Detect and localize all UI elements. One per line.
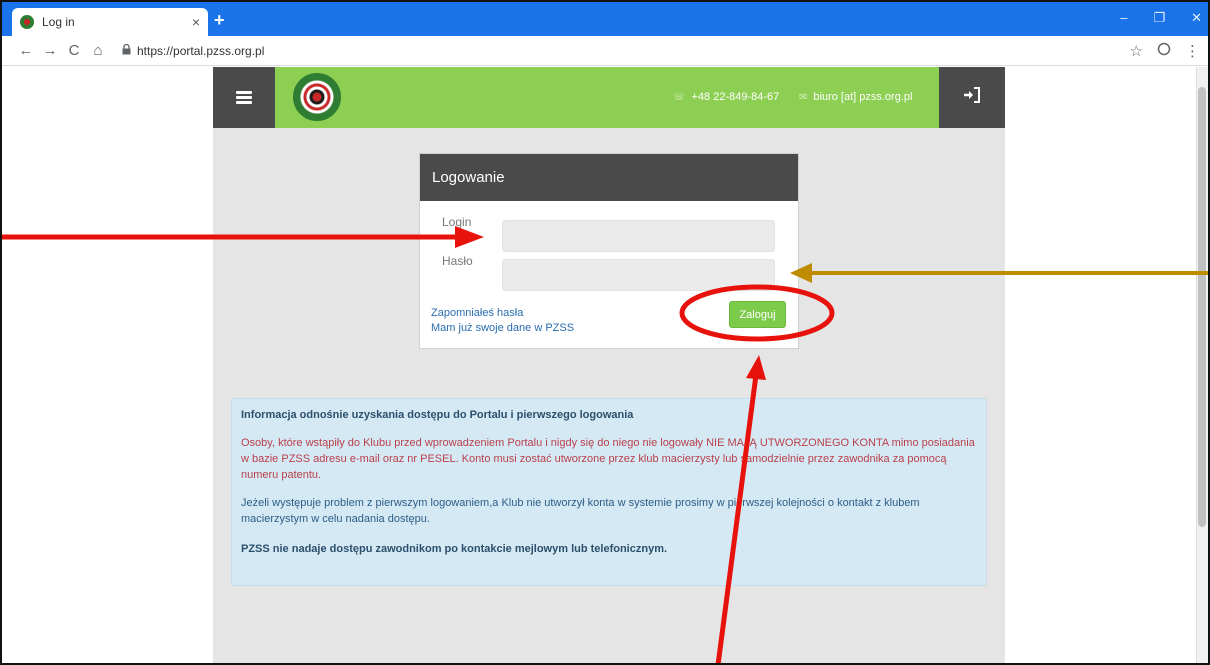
- info-title: Informacja odnośnie uzyskania dostępu do…: [241, 409, 634, 421]
- browser-menu-icon[interactable]: ⋮: [1185, 42, 1200, 60]
- address-bar: ← → C ⌂ https://portal.pzss.org.pl ☆ ⋮: [2, 36, 1208, 66]
- window-close-button[interactable]: ✕: [1191, 10, 1202, 26]
- password-input[interactable]: [502, 259, 775, 291]
- lock-icon: [122, 43, 131, 58]
- forgot-password-link[interactable]: Zapomniałeś hasła: [431, 307, 523, 319]
- hamburger-icon: [236, 91, 252, 104]
- tab-close-icon[interactable]: ×: [192, 14, 200, 30]
- profile-icon[interactable]: [1157, 42, 1171, 60]
- info-box: Informacja odnośnie uzyskania dostępu do…: [231, 398, 987, 586]
- info-paragraph-problem: Jeżeli występuje problem z pierwszym log…: [241, 497, 920, 525]
- browser-tab-bar: Log in × + – ❐ ✕: [2, 2, 1208, 36]
- phone-number: +48 22-849-84-67: [691, 91, 780, 103]
- minimize-button[interactable]: –: [1120, 10, 1127, 26]
- page-viewport: ☏ +48 22-849-84-67 ✉ biuro [at] pzss.org.p…: [2, 67, 1208, 663]
- hamburger-menu-button[interactable]: [213, 67, 275, 128]
- login-label: Login: [442, 215, 472, 229]
- sign-in-nav-button[interactable]: [939, 67, 1005, 128]
- contact-email: ✉ biuro [at] pzss.org.pl: [799, 91, 912, 103]
- back-arrow-icon[interactable]: ←: [14, 42, 38, 59]
- pzss-favicon-icon: [20, 15, 34, 29]
- window-controls: – ❐ ✕: [1120, 10, 1202, 26]
- reload-icon[interactable]: C: [62, 42, 86, 59]
- browser-tab[interactable]: Log in ×: [12, 8, 208, 36]
- forward-arrow-icon[interactable]: →: [38, 42, 62, 59]
- home-icon[interactable]: ⌂: [86, 42, 110, 59]
- pzss-logo[interactable]: [293, 73, 341, 121]
- have-data-link[interactable]: Mam już swoje dane w PZSS: [431, 322, 574, 334]
- login-submit-button[interactable]: Zaloguj: [729, 301, 786, 328]
- contact-phone: ☏ +48 22-849-84-67: [673, 91, 779, 103]
- new-tab-button[interactable]: +: [214, 10, 225, 31]
- info-paragraph-account: Osoby, które wstąpiły do Klubu przed wpr…: [241, 437, 975, 481]
- scrollbar-thumb[interactable]: [1198, 87, 1206, 527]
- login-panel: Logowanie Login Hasło Zapomniałeś hasła …: [419, 153, 799, 349]
- login-title: Logowanie: [432, 169, 505, 186]
- bookmark-star-icon[interactable]: ☆: [1130, 42, 1143, 60]
- site-navbar: ☏ +48 22-849-84-67 ✉ biuro [at] pzss.org.p…: [213, 67, 1005, 128]
- login-input[interactable]: [502, 220, 775, 252]
- sign-in-icon: [963, 87, 981, 108]
- url-field[interactable]: https://portal.pzss.org.pl: [137, 44, 264, 58]
- tab-title: Log in: [42, 15, 75, 29]
- login-panel-header: Logowanie: [420, 154, 798, 201]
- envelope-icon: ✉: [799, 92, 808, 103]
- phone-icon: ☏: [673, 92, 686, 103]
- info-note: PZSS nie nadaje dostępu zawodnikom po ko…: [241, 543, 668, 555]
- restore-button[interactable]: ❐: [1153, 10, 1165, 26]
- page-scrollbar[interactable]: [1196, 67, 1208, 663]
- password-label: Hasło: [442, 254, 473, 268]
- site-container: ☏ +48 22-849-84-67 ✉ biuro [at] pzss.org.p…: [213, 67, 1005, 663]
- email-address: biuro [at] pzss.org.pl: [813, 91, 913, 103]
